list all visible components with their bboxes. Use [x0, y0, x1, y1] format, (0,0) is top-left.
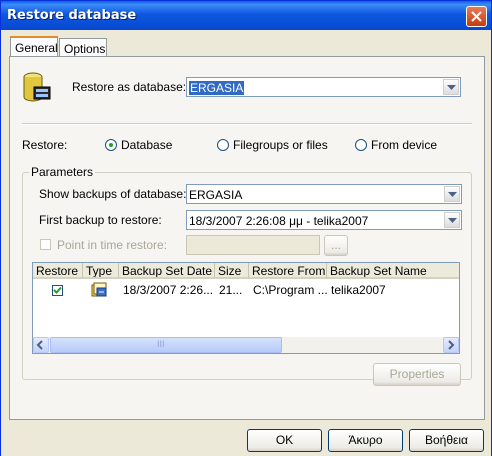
ok-button[interactable]: OK [247, 429, 322, 452]
restore-as-dropdown-button[interactable] [443, 79, 459, 95]
chevron-down-icon [448, 192, 457, 197]
close-button[interactable] [466, 6, 487, 27]
row-backup-set-date: 18/3/2007 2:26... [123, 283, 214, 297]
point-in-time-checkbox[interactable] [40, 239, 51, 250]
column-header-restore[interactable]: Restore [33, 263, 83, 279]
column-header-restore-from[interactable]: Restore From [249, 263, 327, 279]
scroll-left-button[interactable] [33, 337, 49, 353]
checkmark-icon [53, 286, 62, 294]
radio-filegroups[interactable] [217, 139, 229, 151]
tab-options[interactable]: Options [59, 38, 107, 58]
horizontal-scrollbar[interactable]: III [33, 337, 459, 353]
restore-mode-label: Restore: [22, 138, 68, 152]
restore-as-label: Restore as database: [72, 80, 187, 94]
restore-database-dialog: Restore database General Options Restore… [0, 0, 492, 456]
cancel-button[interactable]: Άκυρο [328, 429, 403, 452]
row-backup-set-name: telika2007 [331, 283, 386, 297]
scroll-thumb-grip: III [157, 339, 165, 349]
chevron-left-icon [36, 340, 43, 350]
cancel-button-label: Άκυρο [348, 433, 383, 447]
chevron-right-icon [448, 340, 455, 350]
radio-database-label[interactable]: Database [121, 138, 172, 152]
browse-label: ... [330, 238, 341, 252]
tab-general-label: General [15, 41, 58, 55]
chevron-down-icon [448, 218, 457, 223]
help-button[interactable]: Βοήθεια [409, 429, 484, 452]
close-icon [471, 11, 482, 22]
database-icon [23, 72, 51, 102]
title-bar[interactable]: Restore database [1, 1, 491, 30]
database-backup-icon [91, 282, 107, 297]
row-restore-from: C:\Program ... [253, 283, 328, 297]
first-backup-dropdown-button[interactable] [444, 212, 460, 228]
column-header-backup-set-name[interactable]: Backup Set Name [327, 263, 459, 279]
general-tab-panel: Restore as database: ERGASIA Restore: Da… [9, 56, 485, 420]
column-header-backup-set-date[interactable]: Backup Set Date [119, 263, 215, 279]
restore-row-checkbox[interactable] [52, 285, 63, 296]
show-backups-combo[interactable]: ERGASIA [186, 184, 462, 204]
separator [22, 123, 472, 125]
show-backups-dropdown-button[interactable] [444, 186, 460, 202]
parameters-title: Parameters [29, 165, 96, 179]
show-backups-value: ERGASIA [189, 188, 243, 202]
tab-general[interactable]: General [10, 36, 58, 58]
point-in-time-label: Point in time restore: [57, 238, 168, 252]
properties-button-label: Properties [389, 367, 445, 381]
restore-as-value: ERGASIA [189, 81, 245, 95]
scroll-right-button[interactable] [443, 337, 459, 353]
radio-database[interactable] [105, 139, 117, 151]
column-header-type[interactable]: Type [83, 263, 119, 279]
help-button-label: Βοήθεια [425, 433, 468, 447]
point-in-time-browse-button[interactable]: ... [324, 235, 348, 256]
dialog-button-bar: OK Άκυρο Βοήθεια [1, 421, 491, 456]
backup-sets-grid[interactable]: Restore Type Backup Set Date Size Restor… [32, 262, 460, 354]
row-size: 21... [219, 283, 243, 297]
restore-as-combo[interactable]: ERGASIA [186, 77, 461, 97]
properties-button[interactable]: Properties [373, 363, 461, 386]
tab-options-label: Options [64, 42, 106, 56]
scroll-thumb[interactable]: III [50, 337, 282, 353]
first-backup-combo[interactable]: 18/3/2007 2:26:08 μμ - telika2007 [186, 210, 462, 230]
first-backup-label: First backup to restore: [39, 213, 162, 227]
chevron-down-icon [447, 85, 456, 90]
ok-button-label: OK [275, 433, 294, 447]
show-backups-label: Show backups of database: [39, 187, 187, 201]
window-title: Restore database [7, 8, 137, 23]
radio-from-device-label[interactable]: From device [371, 138, 437, 152]
column-header-size[interactable]: Size [215, 263, 249, 279]
radio-filegroups-label[interactable]: Filegroups or files [233, 138, 328, 152]
first-backup-value: 18/3/2007 2:26:08 μμ - telika2007 [189, 214, 369, 228]
radio-from-device[interactable] [355, 139, 367, 151]
point-in-time-input[interactable] [186, 235, 320, 255]
